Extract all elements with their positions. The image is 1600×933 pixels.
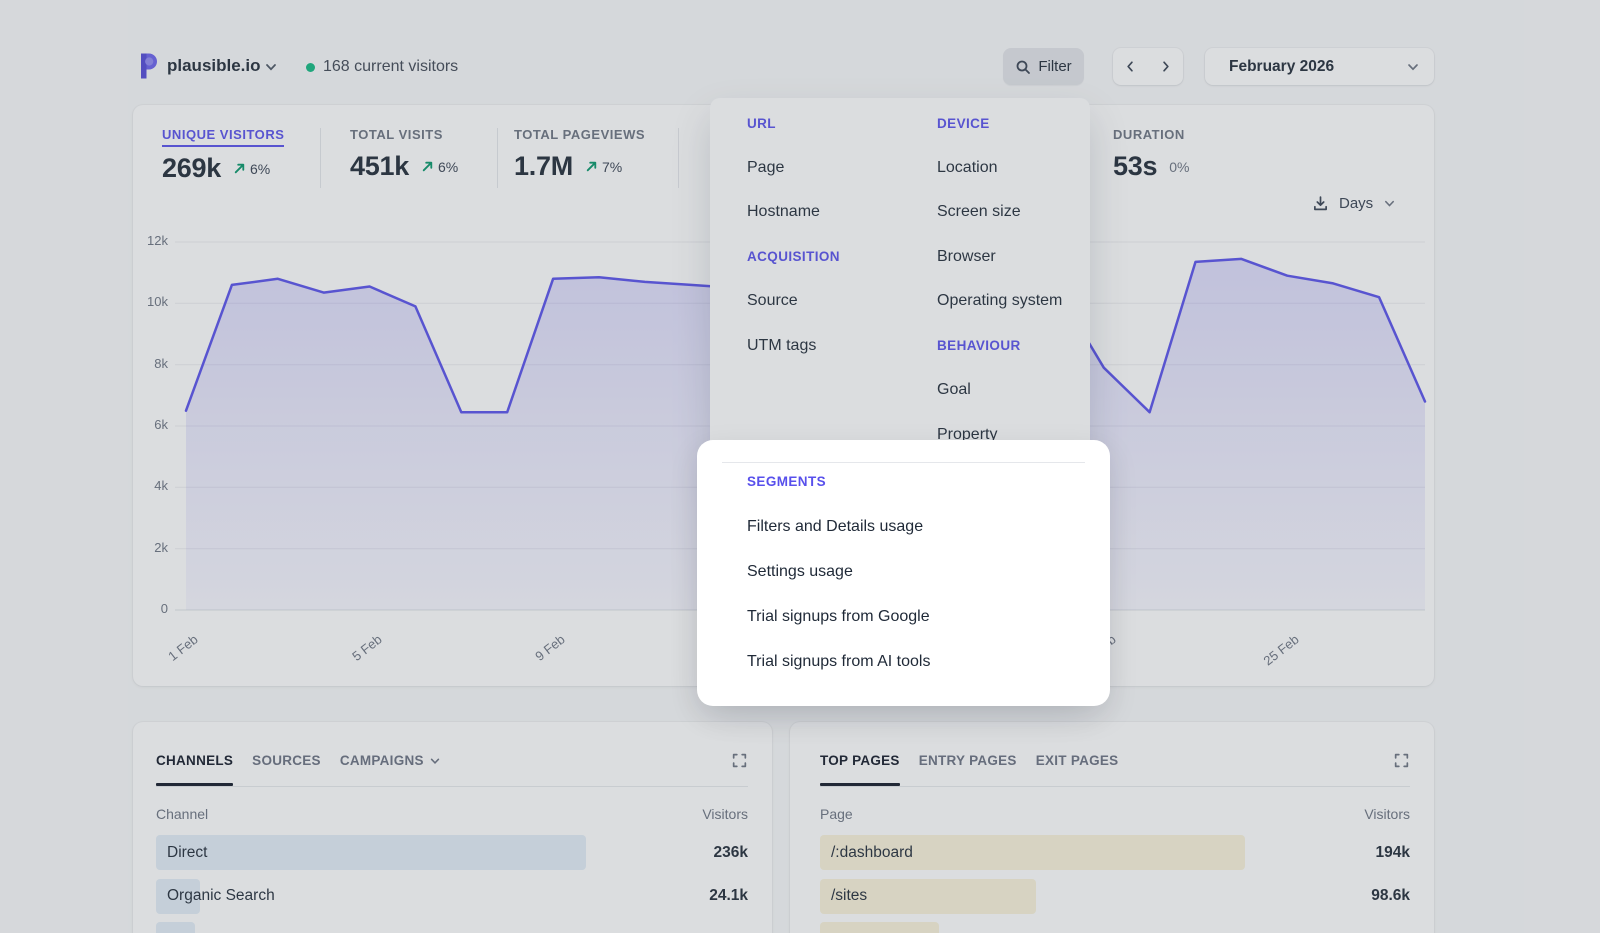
segments-spotlight: SEGMENTS Filters and Details usageSettin… — [697, 440, 1110, 706]
segment-item-settings-usage[interactable]: Settings usage — [747, 549, 1086, 594]
segment-item-trial-signups-from-google[interactable]: Trial signups from Google — [747, 594, 1086, 639]
segment-item-trial-signups-from-ai-tools[interactable]: Trial signups from AI tools — [747, 639, 1086, 684]
segment-item-filters-and-details-usage[interactable]: Filters and Details usage — [747, 504, 1086, 549]
segments-list: Filters and Details usageSettings usageT… — [747, 504, 1086, 684]
plausible-dashboard: plausible.io 168 current visitors Filter… — [0, 0, 1600, 933]
segments-title: SEGMENTS — [747, 474, 826, 489]
segments-divider — [722, 462, 1085, 463]
